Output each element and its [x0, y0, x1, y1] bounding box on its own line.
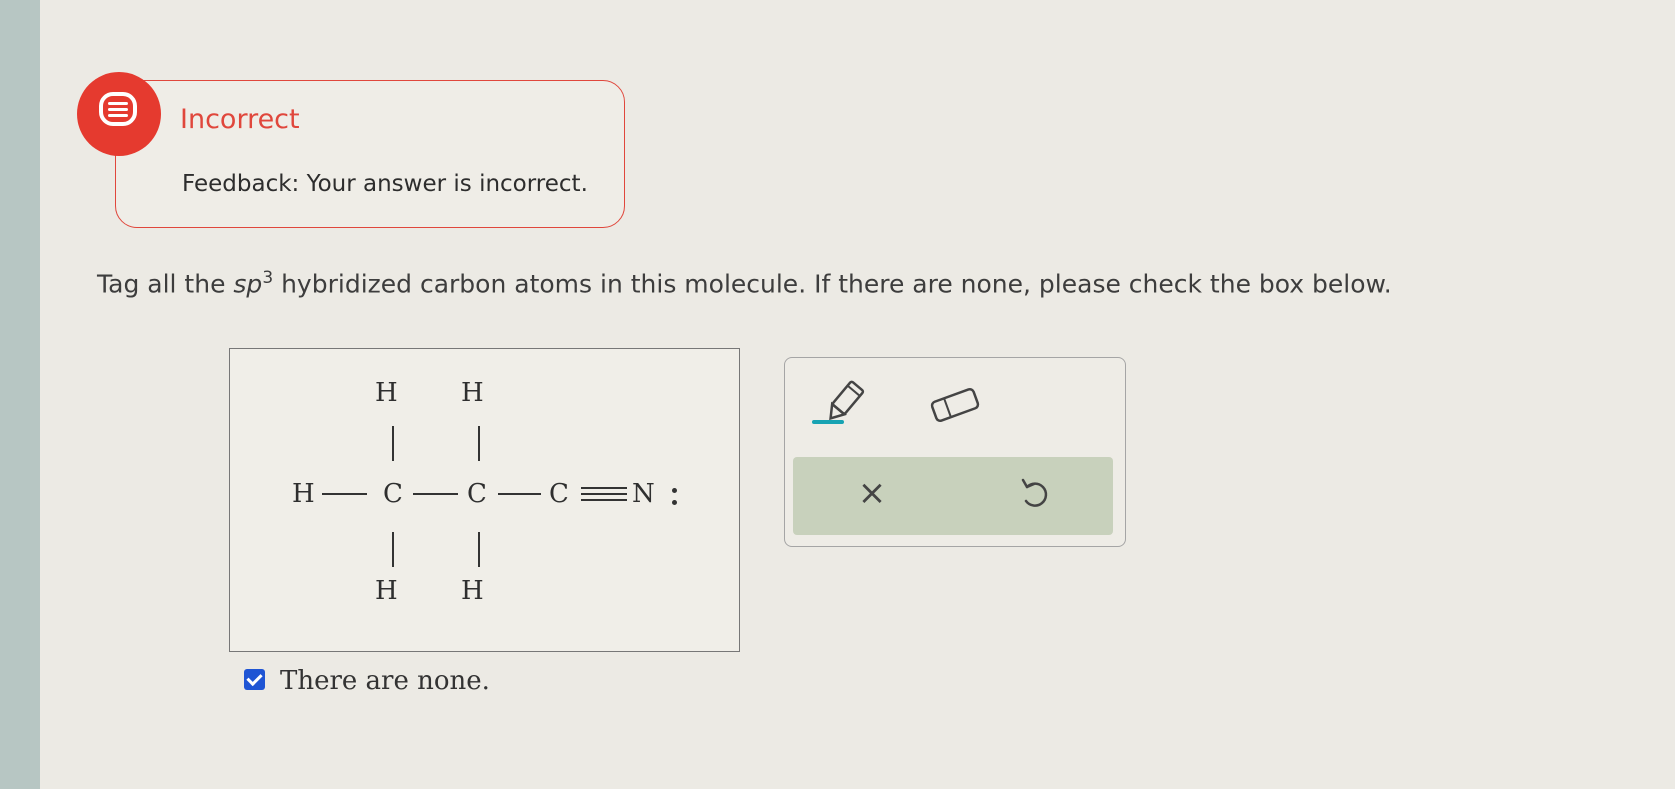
atom-h-top-1[interactable]: H [375, 380, 398, 406]
question-superscript: 3 [262, 268, 274, 288]
bond [392, 532, 394, 567]
none-checkbox[interactable] [244, 669, 265, 690]
undo-icon[interactable] [1018, 477, 1050, 511]
atom-c3[interactable]: C [549, 481, 569, 507]
feedback-chat-icon [77, 72, 161, 156]
atom-c2[interactable]: C [467, 481, 487, 507]
bond [392, 426, 394, 461]
feedback-status: Incorrect [180, 104, 300, 135]
lone-pair-dot [672, 488, 677, 493]
question-suffix: hybridized carbon atoms in this molecule… [273, 269, 1392, 299]
question-term: sp [233, 269, 263, 299]
triple-bond [581, 487, 627, 501]
clear-button[interactable]: × [857, 476, 887, 510]
bond [478, 532, 480, 567]
bond [413, 493, 458, 495]
atom-n[interactable]: N [632, 481, 655, 507]
feedback-panel [115, 80, 625, 228]
question-text: Tag all the sp3 hybridized carbon atoms … [97, 268, 1392, 298]
bond [498, 493, 541, 495]
atom-h-bottom-2[interactable]: H [461, 578, 484, 604]
left-edge-strip [0, 0, 40, 789]
atom-h-top-2[interactable]: H [461, 380, 484, 406]
pencil-icon[interactable] [812, 378, 872, 430]
atom-c1[interactable]: C [383, 481, 403, 507]
none-checkbox-label[interactable]: There are none. [280, 666, 490, 696]
feedback-message: Feedback: Your answer is incorrect. [182, 171, 588, 197]
action-bar [793, 457, 1113, 535]
bond [322, 493, 367, 495]
atom-h-bottom-1[interactable]: H [375, 578, 398, 604]
eraser-icon[interactable] [925, 385, 985, 425]
lone-pair-dot [672, 500, 677, 505]
bond [478, 426, 480, 461]
question-prefix: Tag all the [97, 269, 234, 299]
atom-h-left[interactable]: H [292, 481, 315, 507]
